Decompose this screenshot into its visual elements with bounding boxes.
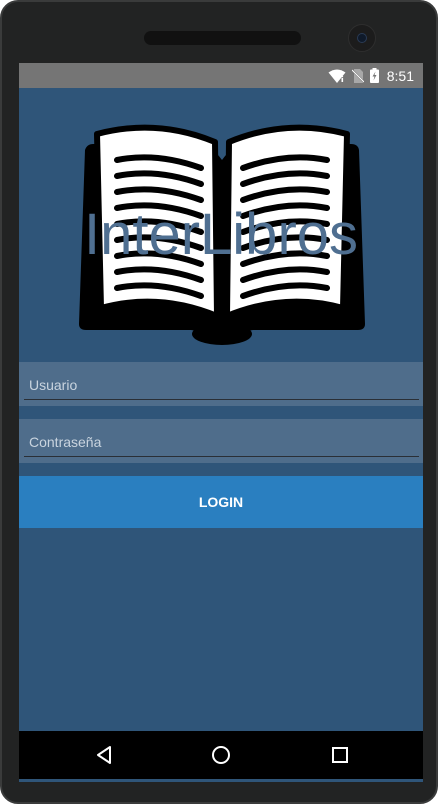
password-field xyxy=(19,419,423,463)
password-input[interactable] xyxy=(24,427,419,457)
wifi-icon xyxy=(328,69,346,83)
back-icon[interactable] xyxy=(92,743,116,767)
earpiece-speaker xyxy=(144,31,301,45)
username-field xyxy=(19,362,423,406)
phone-frame: 8:51 InterLibros Usuario LOGIN xyxy=(0,0,438,804)
login-button[interactable]: LOGIN xyxy=(19,476,423,528)
front-camera xyxy=(348,24,376,52)
home-icon[interactable] xyxy=(209,743,233,767)
battery-charging-icon xyxy=(369,68,379,83)
status-bar: 8:51 xyxy=(19,63,423,88)
navigation-bar xyxy=(19,731,423,779)
no-sim-icon xyxy=(351,68,364,83)
status-icons: 8:51 xyxy=(328,66,414,85)
username-input[interactable] xyxy=(24,370,419,400)
app-logo: InterLibros xyxy=(19,88,423,363)
app-title: InterLibros xyxy=(83,202,359,267)
status-time: 8:51 xyxy=(386,67,414,84)
recents-icon[interactable] xyxy=(328,743,352,767)
app-screen: 8:51 InterLibros Usuario LOGIN xyxy=(19,63,423,782)
